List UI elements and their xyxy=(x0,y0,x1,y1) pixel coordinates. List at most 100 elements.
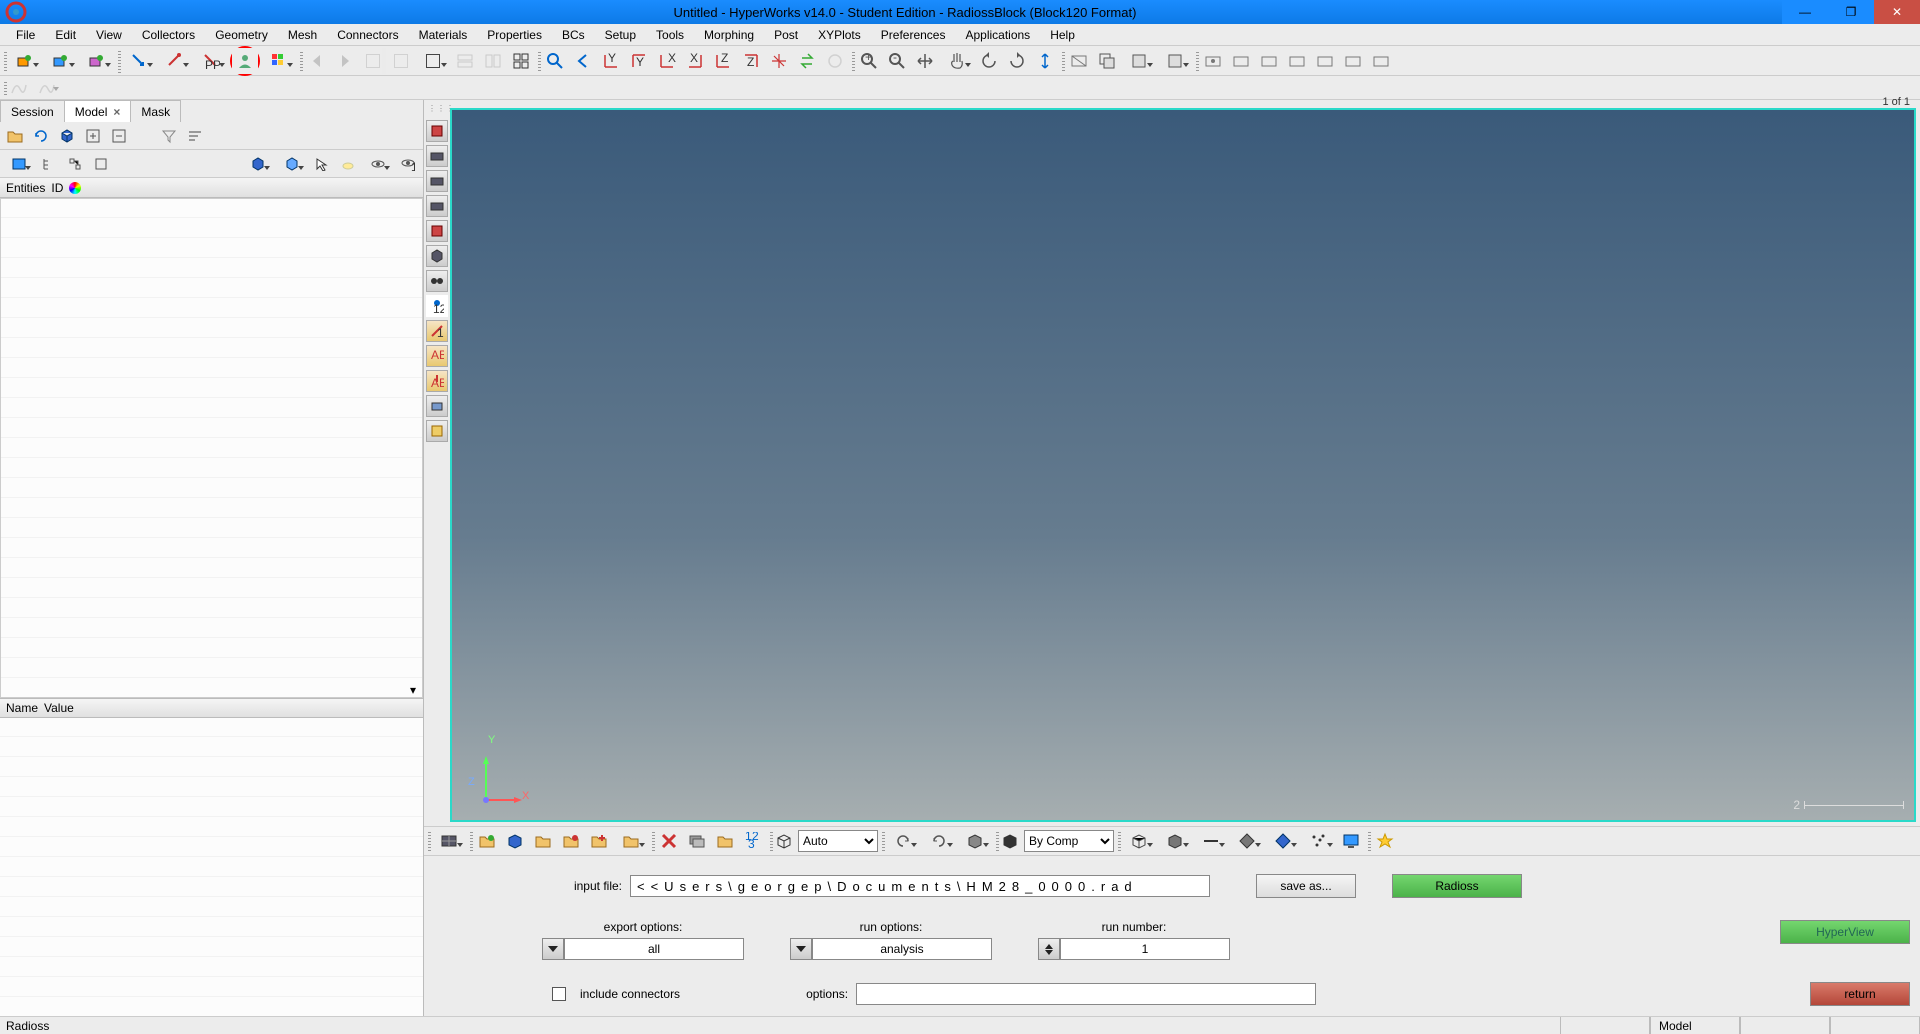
spin-tool[interactable] xyxy=(822,48,848,74)
menu-edit[interactable]: Edit xyxy=(45,25,86,45)
highlight-tool[interactable] xyxy=(337,153,359,175)
zoom-out-tool[interactable]: - xyxy=(884,48,910,74)
menu-post[interactable]: Post xyxy=(764,25,808,45)
page-tool[interactable] xyxy=(360,48,386,74)
export-options-dropdown[interactable] xyxy=(542,938,564,960)
filter-icon[interactable] xyxy=(158,125,180,147)
vtool-2[interactable] xyxy=(426,145,448,167)
comp-cube-tool[interactable] xyxy=(502,828,528,854)
window-layout-tool[interactable] xyxy=(416,48,450,74)
sort-icon[interactable] xyxy=(184,125,206,147)
menu-tools[interactable]: Tools xyxy=(646,25,694,45)
wire1-tool[interactable] xyxy=(1122,828,1156,854)
redo-tool[interactable] xyxy=(922,828,956,854)
capture3-tool[interactable] xyxy=(1256,48,1282,74)
capture5-tool[interactable] xyxy=(1312,48,1338,74)
vtool-5[interactable] xyxy=(426,220,448,242)
menu-materials[interactable]: Materials xyxy=(409,25,478,45)
fit-tool[interactable] xyxy=(912,48,938,74)
input-file-field[interactable] xyxy=(630,875,1210,897)
viewport-3d[interactable]: 1 of 1 Y X Z 2 xyxy=(450,108,1916,822)
color-column-icon[interactable] xyxy=(69,182,81,194)
capture6-tool[interactable] xyxy=(1340,48,1366,74)
menu-preferences[interactable]: Preferences xyxy=(871,25,956,45)
vtool-12[interactable] xyxy=(426,395,448,417)
status-cell-4[interactable] xyxy=(1830,1017,1920,1034)
menu-view[interactable]: View xyxy=(86,25,132,45)
include-connectors-checkbox[interactable] xyxy=(552,987,566,1001)
yz-left-tool[interactable]: Z xyxy=(710,48,736,74)
export-options-value[interactable]: all xyxy=(564,938,744,960)
menu-setup[interactable]: Setup xyxy=(595,25,646,45)
delete-tool[interactable] xyxy=(656,828,682,854)
zoom-extents-tool[interactable] xyxy=(542,48,568,74)
auto-select[interactable]: Auto xyxy=(798,830,878,852)
reverse-tool[interactable] xyxy=(794,48,820,74)
zoom-in-tool[interactable]: + xyxy=(856,48,882,74)
xz-back-tool[interactable]: X xyxy=(682,48,708,74)
mesh-display-tool[interactable] xyxy=(432,828,466,854)
menu-geometry[interactable]: Geometry xyxy=(205,25,278,45)
vtool-1[interactable] xyxy=(426,120,448,142)
tree-expand-handle[interactable]: ▾ xyxy=(404,683,422,697)
run-number-value[interactable]: 1 xyxy=(1060,938,1230,960)
ppt-tool[interactable]: PPT xyxy=(194,48,228,74)
iso-tool[interactable] xyxy=(766,48,792,74)
display-copy-tool[interactable] xyxy=(1094,48,1120,74)
forward-tool[interactable] xyxy=(332,48,358,74)
menu-help[interactable]: Help xyxy=(1040,25,1085,45)
diamond1-tool[interactable] xyxy=(1230,828,1264,854)
save-as-button[interactable]: save as... xyxy=(1256,874,1356,898)
show-cube1-tool[interactable] xyxy=(243,153,273,175)
wire2-tool[interactable] xyxy=(1158,828,1192,854)
load-collector-tool[interactable] xyxy=(122,48,156,74)
menu-collectors[interactable]: Collectors xyxy=(132,25,205,45)
vtool-9[interactable]: 10 xyxy=(426,320,448,342)
rotate-left-tool[interactable] xyxy=(976,48,1002,74)
menu-mesh[interactable]: Mesh xyxy=(278,25,327,45)
menu-connectors[interactable]: Connectors xyxy=(327,25,408,45)
vtool-4[interactable] xyxy=(426,195,448,217)
capture1-tool[interactable] xyxy=(1200,48,1226,74)
prev-view-tool[interactable] xyxy=(570,48,596,74)
monitor-tool[interactable] xyxy=(1338,828,1364,854)
vtool-10[interactable]: ABC xyxy=(426,345,448,367)
pan-tool[interactable] xyxy=(940,48,974,74)
card-tool[interactable] xyxy=(684,828,710,854)
run-number-spinner[interactable] xyxy=(1038,938,1060,960)
tab-session[interactable]: Session xyxy=(0,100,65,122)
system-collector-tool[interactable] xyxy=(158,48,192,74)
expand-icon[interactable] xyxy=(82,125,104,147)
return-button[interactable]: return xyxy=(1810,982,1910,1006)
name-col[interactable]: Name xyxy=(6,701,38,715)
entities-col[interactable]: Entities xyxy=(6,181,45,195)
run-options-value[interactable]: analysis xyxy=(812,938,992,960)
display-paste-tool[interactable] xyxy=(1122,48,1156,74)
menu-xyplots[interactable]: XYPlots xyxy=(808,25,871,45)
show-cube2-tool[interactable] xyxy=(277,153,307,175)
radioss-button[interactable]: Radioss xyxy=(1392,874,1522,898)
eye-one-tool[interactable]: 1 xyxy=(397,153,419,175)
xy-top-tool[interactable]: Y xyxy=(598,48,624,74)
renumber-tool[interactable]: 123 xyxy=(740,828,766,854)
materials-tool[interactable] xyxy=(44,48,78,74)
namevalue-grid[interactable] xyxy=(0,718,423,1017)
xy-bottom-tool[interactable]: Y xyxy=(626,48,652,74)
grid4-tool[interactable] xyxy=(508,48,534,74)
folder-icon[interactable] xyxy=(4,125,26,147)
status-cell-3[interactable] xyxy=(1740,1017,1830,1034)
vtool-6[interactable] xyxy=(426,245,448,267)
cube-icon[interactable] xyxy=(56,125,78,147)
components-tool[interactable] xyxy=(8,48,42,74)
hyperview-button[interactable]: HyperView xyxy=(1780,920,1910,944)
vtool-3[interactable] xyxy=(426,170,448,192)
user-profile-tool[interactable] xyxy=(232,48,258,74)
display-options-tool[interactable] xyxy=(1158,48,1192,74)
curve1-tool[interactable] xyxy=(8,78,30,98)
maximize-button[interactable]: ❐ xyxy=(1828,0,1874,24)
line-style-tool[interactable] xyxy=(1194,828,1228,854)
color-tool[interactable] xyxy=(262,48,296,74)
favorite-tool[interactable] xyxy=(1372,828,1398,854)
diamond2-tool[interactable] xyxy=(1266,828,1300,854)
vtool-11[interactable]: ABC xyxy=(426,370,448,392)
